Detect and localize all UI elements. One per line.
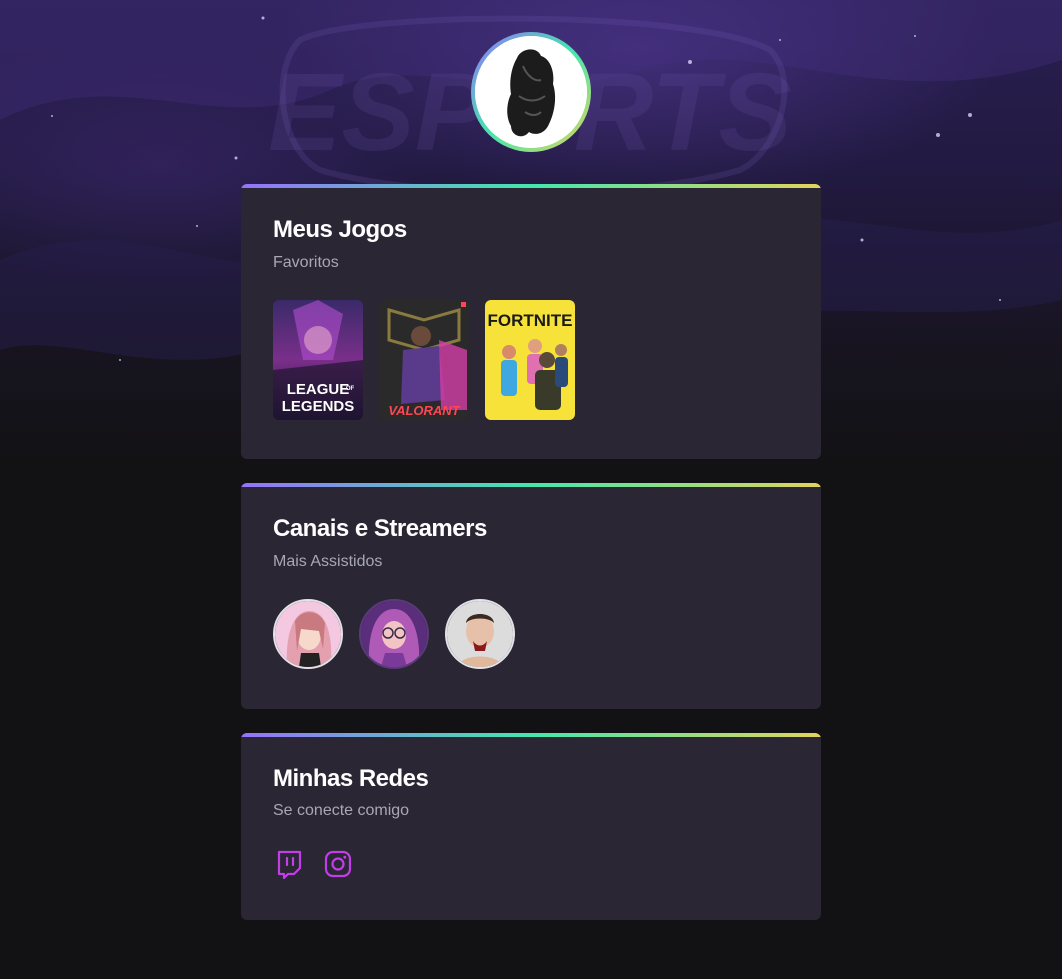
fortnite-logo-text: FORTNITE (488, 311, 573, 330)
avatar-figure-image (475, 36, 587, 148)
streamers-subtitle: Mais Assistidos (273, 553, 383, 570)
streamers-card: Canais e Streamers Mais Assistidos (241, 483, 821, 709)
lol-logo-of: OF (346, 386, 355, 392)
games-title: Meus Jogos (273, 216, 407, 243)
streamer-avatar-1[interactable] (273, 599, 343, 669)
social-title: Minhas Redes (273, 765, 429, 792)
twitch-icon[interactable] (274, 849, 304, 880)
social-subtitle: Se conecte comigo (273, 802, 410, 819)
lol-logo-line2: LEGENDS (282, 398, 355, 415)
games-card: Meus Jogos Favoritos LEAGUE OF LEGENDS V… (241, 184, 821, 459)
game-fortnite[interactable]: FORTNITE (485, 300, 575, 420)
game-valorant[interactable]: VALORANT (379, 300, 469, 420)
instagram-icon[interactable] (323, 849, 353, 879)
games-subtitle: Favoritos (273, 254, 339, 271)
social-card: Minhas Redes Se conecte comigo (241, 733, 821, 920)
streamer-avatar-3[interactable] (445, 599, 515, 669)
valorant-logo-text: VALORANT (388, 403, 460, 418)
profile-avatar (471, 32, 591, 152)
lol-logo-line1: LEAGUE (287, 381, 350, 398)
game-league-of-legends[interactable]: LEAGUE OF LEGENDS (273, 300, 363, 420)
streamer-avatar-2[interactable] (359, 599, 429, 669)
streamers-title: Canais e Streamers (273, 515, 487, 542)
